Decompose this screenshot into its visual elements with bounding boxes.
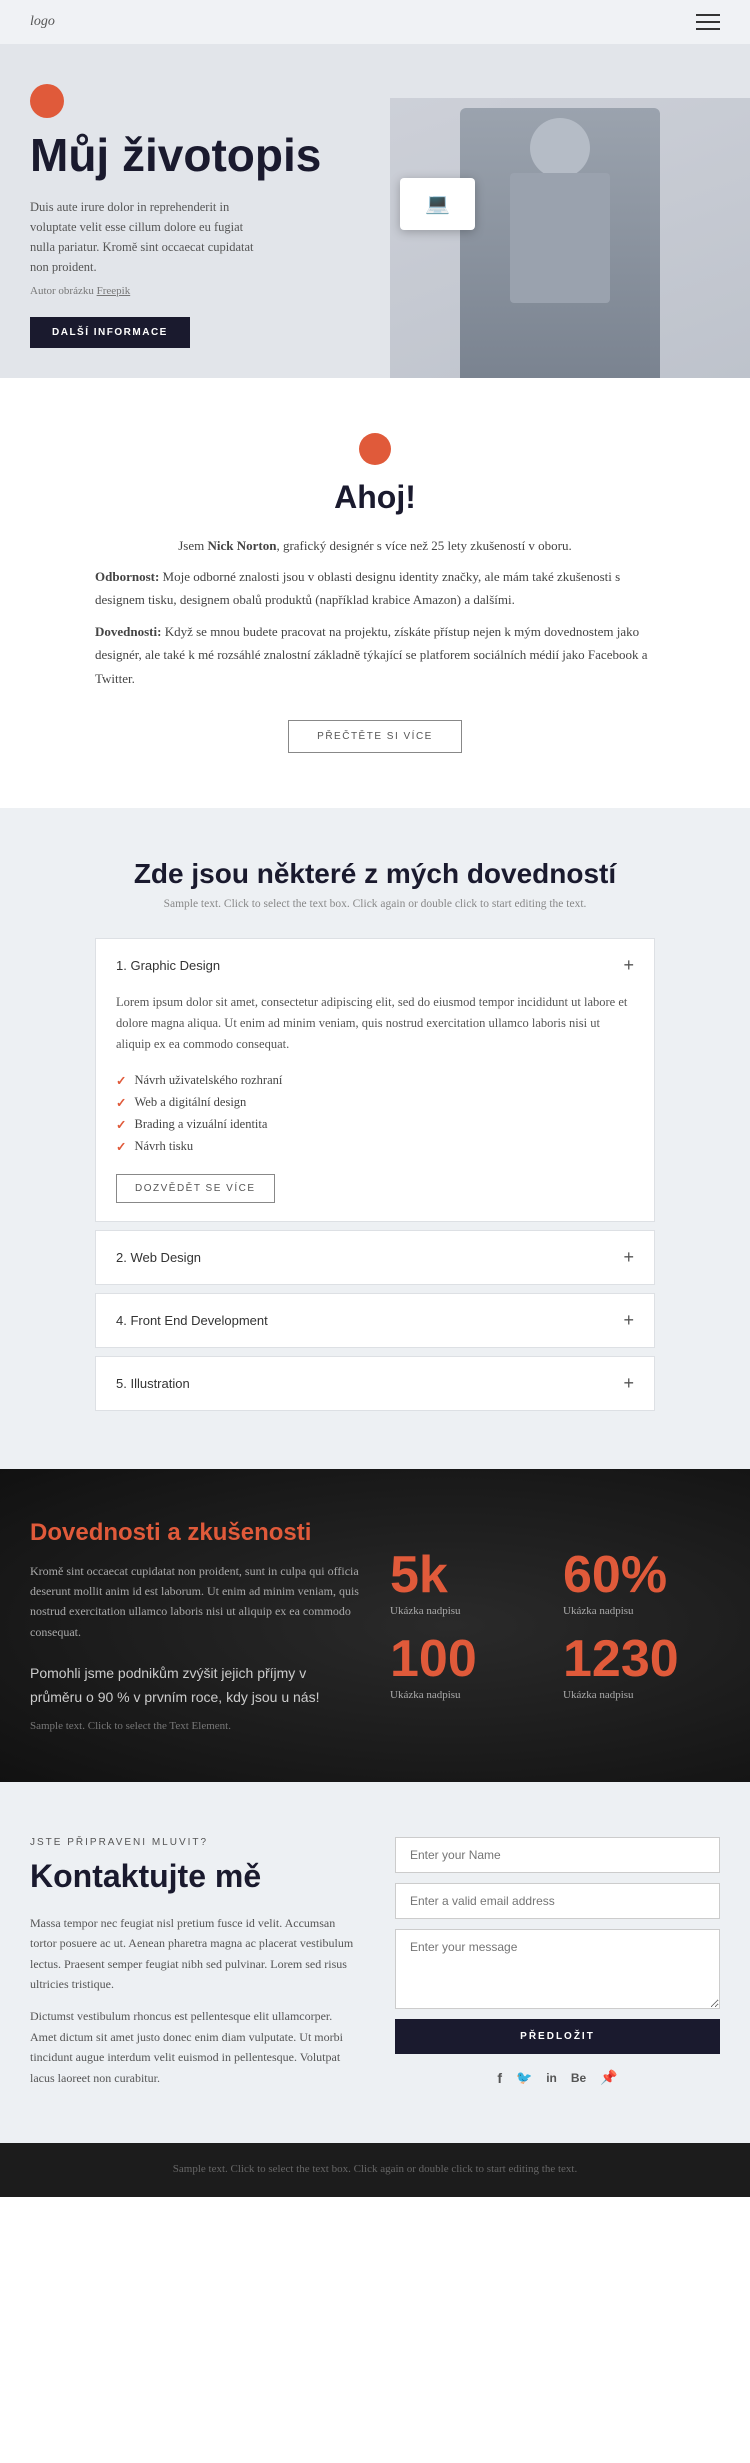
about-body: Jsem Nick Norton, grafický designér s ví… [95, 534, 655, 690]
list-item: ✓ Návrh tisku [116, 1136, 634, 1158]
stat-label-3: Ukázka nadpisu [563, 1689, 720, 1701]
contact-text-2: Dictumst vestibulum rhoncus est pellente… [30, 2006, 355, 2088]
hero-section: Můj životopis Duis aute irure dolor in r… [0, 44, 750, 378]
accordion-list-1: ✓ Návrh uživatelského rozhraní ✓ Web a d… [116, 1070, 634, 1158]
accordion-item-1: 1. Graphic Design + Lorem ipsum dolor si… [95, 938, 655, 1222]
stats-right: 5k Ukázka nadpisu 60% Ukázka nadpisu 100… [390, 1519, 720, 1701]
footer: Sample text. Click to select the text bo… [0, 2143, 750, 2197]
contact-text-1: Massa tempor nec feugiat nisl pretium fu… [30, 1913, 355, 1995]
accordion-label-4: 5. Illustration [116, 1376, 190, 1391]
about-section: Ahoj! Jsem Nick Norton, grafický designé… [0, 378, 750, 808]
stat-number-0: 5k [390, 1549, 547, 1601]
stats-left: Dovednosti a zkušenosti Kromě sint occae… [30, 1519, 360, 1732]
social-behance-icon[interactable]: Be [571, 2071, 586, 2085]
accordion-label-1: 1. Graphic Design [116, 958, 220, 973]
accordion-learn-btn-1[interactable]: DOZVĚDĚT SE VÍCE [116, 1174, 275, 1203]
stats-inner: Dovednosti a zkušenosti Kromě sint occae… [30, 1519, 720, 1732]
stats-description: Kromě sint occaecat cupidatat non proide… [30, 1561, 360, 1643]
accordion-item-4: 5. Illustration + [95, 1356, 655, 1411]
about-read-more-button[interactable]: PŘEČTĚTE SI VÍCE [288, 720, 462, 753]
contact-name-input[interactable] [395, 1837, 720, 1873]
contact-submit-button[interactable]: PŘEDLOŽIT [395, 2019, 720, 2054]
accordion-toggle-2: + [623, 1247, 634, 1268]
list-item: ✓ Návrh uživatelského rozhraní [116, 1070, 634, 1092]
social-icons-bar: f 🐦 in Be 📌 [395, 2070, 720, 2087]
hamburger-menu[interactable] [696, 14, 720, 30]
stat-item-2: 100 Ukázka nadpisu [390, 1633, 547, 1701]
contact-section: JSTE PŘIPRAVENI MLUVIT? Kontaktujte mě M… [0, 1782, 750, 2143]
contact-eyebrow: JSTE PŘIPRAVENI MLUVIT? [30, 1837, 355, 1848]
about-abilities: Dovednosti: Když se mnou budete pracovat… [95, 620, 655, 690]
navbar: logo [0, 0, 750, 44]
social-linkedin-icon[interactable]: in [546, 2071, 557, 2085]
stat-number-2: 100 [390, 1633, 547, 1685]
social-pinterest-icon[interactable]: 📌 [600, 2070, 617, 2087]
skills-subtitle: Sample text. Click to select the text bo… [30, 898, 720, 910]
accordion-label-2: 2. Web Design [116, 1250, 201, 1265]
accordion-toggle-1: + [623, 955, 634, 976]
stat-label-2: Ukázka nadpisu [390, 1689, 547, 1701]
about-intro: Jsem Nick Norton, grafický designér s ví… [95, 534, 655, 557]
stat-item-0: 5k Ukázka nadpisu [390, 1549, 547, 1617]
contact-title: Kontaktujte mě [30, 1858, 355, 1895]
stats-sample: Sample text. Click to select the Text El… [30, 1720, 360, 1732]
accordion-header-1[interactable]: 1. Graphic Design + [96, 939, 654, 992]
accordion-item-3: 4. Front End Development + [95, 1293, 655, 1348]
about-skills: Odbornost: Moje odborné znalosti jsou v … [95, 565, 655, 612]
stat-number-1: 60% [563, 1549, 720, 1601]
check-icon: ✓ [116, 1117, 126, 1133]
hamburger-line-2 [696, 21, 720, 23]
hero-dot [30, 84, 64, 118]
stat-label-1: Ukázka nadpisu [563, 1605, 720, 1617]
hero-cta-button[interactable]: DALŠÍ INFORMACE [30, 317, 190, 348]
accordion-label-3: 4. Front End Development [116, 1313, 268, 1328]
hero-credit: Autor obrázku Freepik [30, 285, 720, 297]
hero-credit-link[interactable]: Freepik [97, 285, 131, 297]
hero-content: Můj životopis Duis aute irure dolor in r… [30, 84, 720, 378]
accordion-header-4[interactable]: 5. Illustration + [96, 1357, 654, 1410]
stat-item-3: 1230 Ukázka nadpisu [563, 1633, 720, 1701]
accordion-desc-1: Lorem ipsum dolor sit amet, consectetur … [116, 992, 634, 1056]
accordion-header-2[interactable]: 2. Web Design + [96, 1231, 654, 1284]
hamburger-line-1 [696, 14, 720, 16]
social-twitter-icon[interactable]: 🐦 [516, 2070, 532, 2086]
footer-text: Sample text. Click to select the text bo… [30, 2161, 720, 2179]
accordion: 1. Graphic Design + Lorem ipsum dolor si… [95, 938, 655, 1411]
stats-title: Dovednosti a zkušenosti [30, 1519, 360, 1547]
stats-promo: Pomohli jsme podnikům zvýšit jejich příj… [30, 1662, 360, 1710]
contact-email-input[interactable] [395, 1883, 720, 1919]
accordion-item-2: 2. Web Design + [95, 1230, 655, 1285]
about-dot [359, 433, 391, 465]
stat-item-1: 60% Ukázka nadpisu [563, 1549, 720, 1617]
hero-title: Můj životopis [30, 130, 720, 181]
check-icon: ✓ [116, 1073, 126, 1089]
stat-number-3: 1230 [563, 1633, 720, 1685]
hamburger-line-3 [696, 28, 720, 30]
contact-left: JSTE PŘIPRAVENI MLUVIT? Kontaktujte mě M… [30, 1837, 355, 2088]
accordion-toggle-3: + [623, 1310, 634, 1331]
social-facebook-icon[interactable]: f [497, 2070, 502, 2086]
accordion-body-1: Lorem ipsum dolor sit amet, consectetur … [96, 992, 654, 1221]
check-icon: ✓ [116, 1139, 126, 1155]
accordion-header-3[interactable]: 4. Front End Development + [96, 1294, 654, 1347]
hero-description: Duis aute irure dolor in reprehenderit i… [30, 197, 270, 277]
stats-section: Dovednosti a zkušenosti Kromě sint occae… [0, 1469, 750, 1782]
skills-section: Zde jsou některé z mých dovedností Sampl… [0, 808, 750, 1469]
check-icon: ✓ [116, 1095, 126, 1111]
list-item: ✓ Web a digitální design [116, 1092, 634, 1114]
accordion-toggle-4: + [623, 1373, 634, 1394]
contact-message-input[interactable] [395, 1929, 720, 2009]
about-title: Ahoj! [80, 479, 670, 516]
skills-title: Zde jsou některé z mých dovedností [30, 858, 720, 890]
contact-form: PŘEDLOŽIT [395, 1837, 720, 2054]
logo: logo [30, 14, 55, 30]
list-item: ✓ Brading a vizuální identita [116, 1114, 634, 1136]
stat-label-0: Ukázka nadpisu [390, 1605, 547, 1617]
contact-right: PŘEDLOŽIT f 🐦 in Be 📌 [395, 1837, 720, 2087]
